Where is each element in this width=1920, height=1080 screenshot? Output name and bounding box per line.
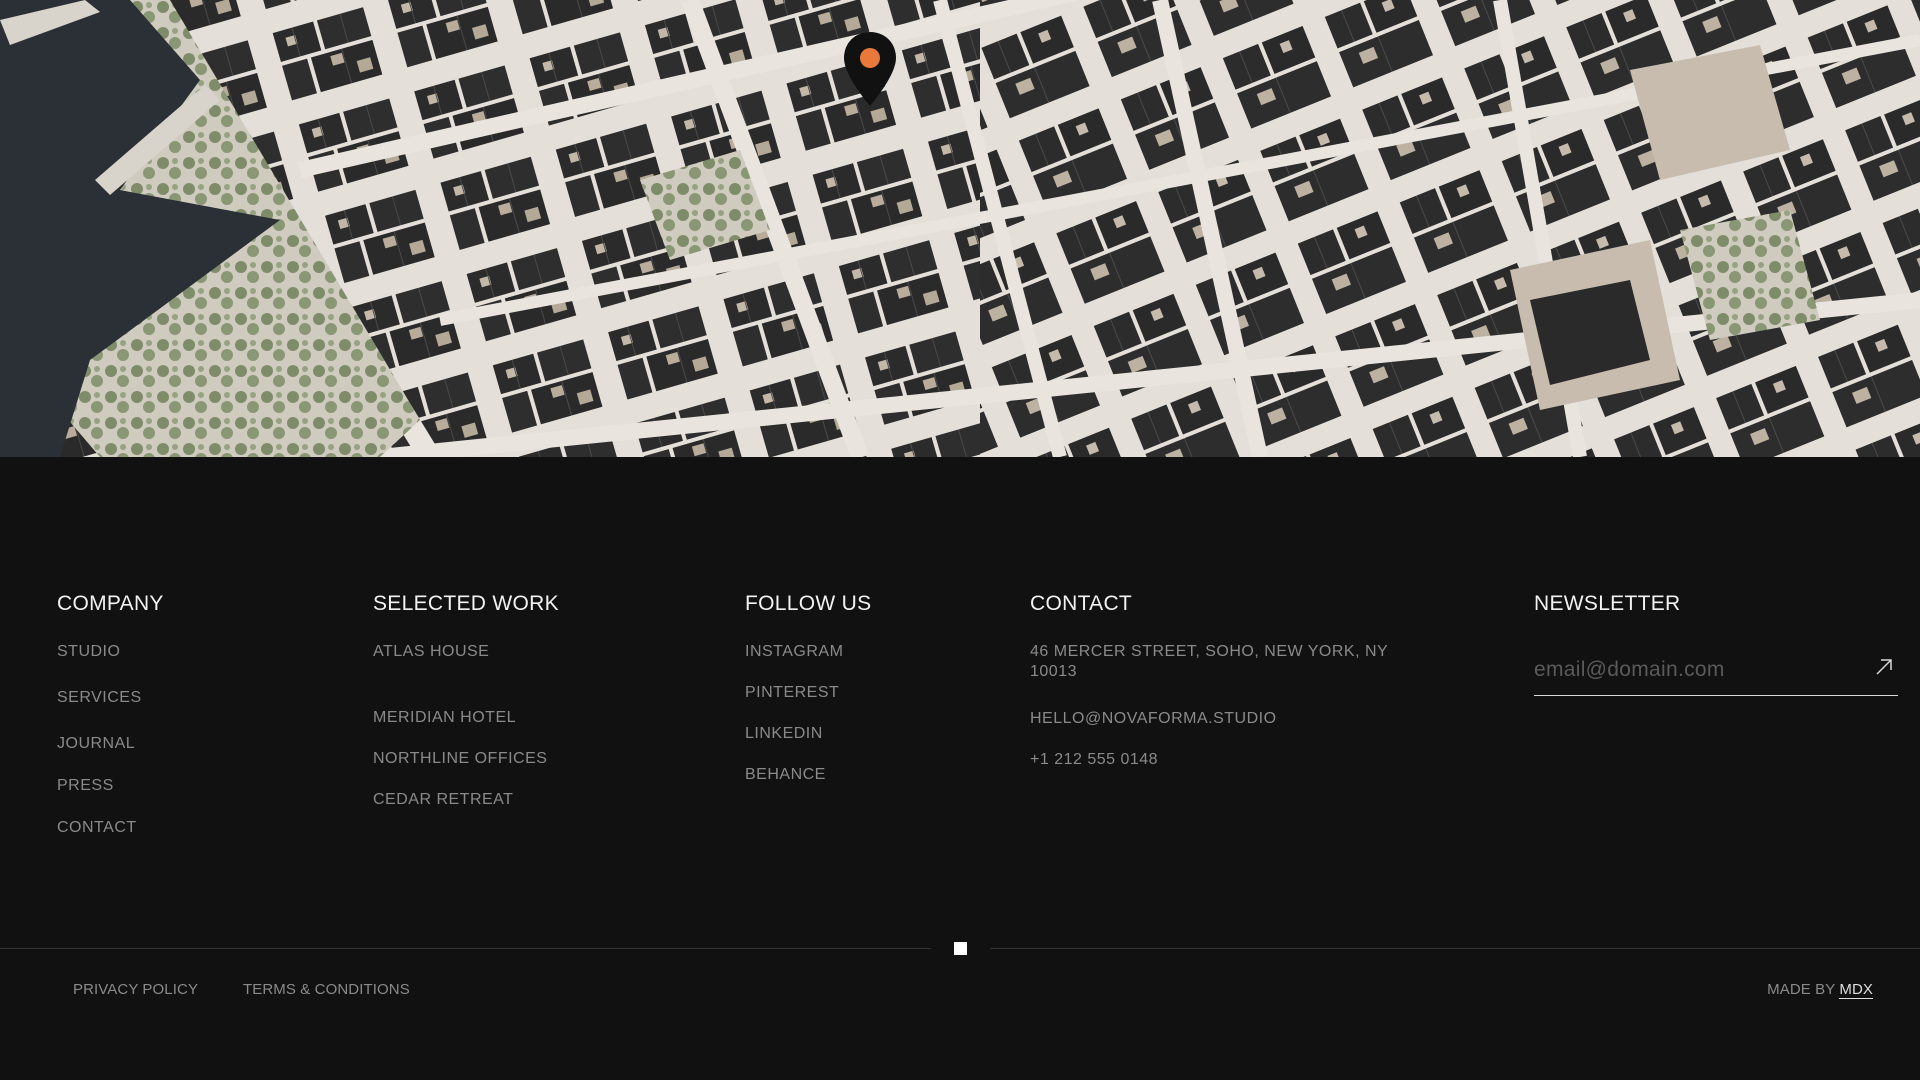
footer-column-newsletter: NEWSLETTER — [1534, 593, 1898, 696]
work-link-meridian-hotel[interactable]: MERIDIAN HOTEL — [373, 708, 559, 728]
footer-column-selected-work: SELECTED WORK ATLAS HOUSE MERIDIAN HOTEL… — [373, 593, 559, 831]
footer-column-company: COMPANY STUDIO SERVICES JOURNAL PRESS CO… — [57, 593, 164, 864]
location-map[interactable] — [0, 0, 1920, 457]
newsletter-submit-button[interactable] — [1872, 656, 1896, 680]
social-link-instagram[interactable]: INSTAGRAM — [745, 642, 871, 662]
divider-square-mark — [954, 942, 967, 955]
contact-phone-link[interactable]: +1 212 555 0148 — [1030, 750, 1430, 770]
arrow-up-right-icon — [1876, 659, 1892, 675]
follow-us-heading: FOLLOW US — [745, 592, 872, 615]
selected-work-heading: SELECTED WORK — [373, 592, 559, 615]
contact-address: 46 MERCER STREET, SOHO, NEW YORK, NY 100… — [1030, 643, 1388, 680]
footer-column-follow-us: FOLLOW US INSTAGRAM PINTEREST LINKEDIN B… — [745, 593, 871, 806]
credit-mdx-link[interactable]: MDX — [1839, 981, 1873, 999]
social-link-pinterest[interactable]: PINTEREST — [745, 683, 871, 703]
footer-link-studio[interactable]: STUDIO — [57, 642, 164, 662]
footer-divider-left — [0, 948, 931, 949]
footer-link-services[interactable]: SERVICES — [57, 688, 164, 708]
company-heading: COMPANY — [57, 592, 164, 615]
contact-email-link[interactable]: HELLO@NOVAFORMA.STUDIO — [1030, 709, 1430, 729]
privacy-policy-link[interactable]: PRIVACY POLICY — [73, 981, 198, 998]
newsletter-email-input[interactable] — [1534, 648, 1854, 692]
terms-conditions-link[interactable]: TERMS & CONDITIONS — [243, 981, 410, 998]
newsletter-heading: NEWSLETTER — [1534, 592, 1681, 615]
social-link-behance[interactable]: BEHANCE — [745, 765, 871, 785]
work-link-cedar-retreat[interactable]: CEDAR RETREAT — [373, 790, 559, 810]
map-canvas[interactable] — [0, 0, 1920, 457]
footer-divider-right — [990, 948, 1920, 949]
footer-link-contact[interactable]: CONTACT — [57, 818, 164, 838]
work-link-atlas-house[interactable]: ATLAS HOUSE — [373, 642, 559, 662]
map-pin-icon[interactable] — [842, 30, 898, 110]
footer-link-journal[interactable]: JOURNAL — [57, 734, 164, 754]
site-footer: COMPANY STUDIO SERVICES JOURNAL PRESS CO… — [0, 457, 1920, 1080]
footer-column-contact: CONTACT 46 MERCER STREET, SOHO, NEW YORK… — [1030, 593, 1430, 791]
footer-link-press[interactable]: PRESS — [57, 776, 164, 796]
social-link-linkedin[interactable]: LINKEDIN — [745, 724, 871, 744]
work-link-northline-offices[interactable]: NORTHLINE OFFICES — [373, 749, 559, 769]
contact-heading: CONTACT — [1030, 592, 1133, 615]
credit-prefix: MADE BY — [1767, 981, 1836, 998]
newsletter-form — [1534, 648, 1898, 696]
site-credit: MADE BY MDX — [1767, 981, 1873, 999]
